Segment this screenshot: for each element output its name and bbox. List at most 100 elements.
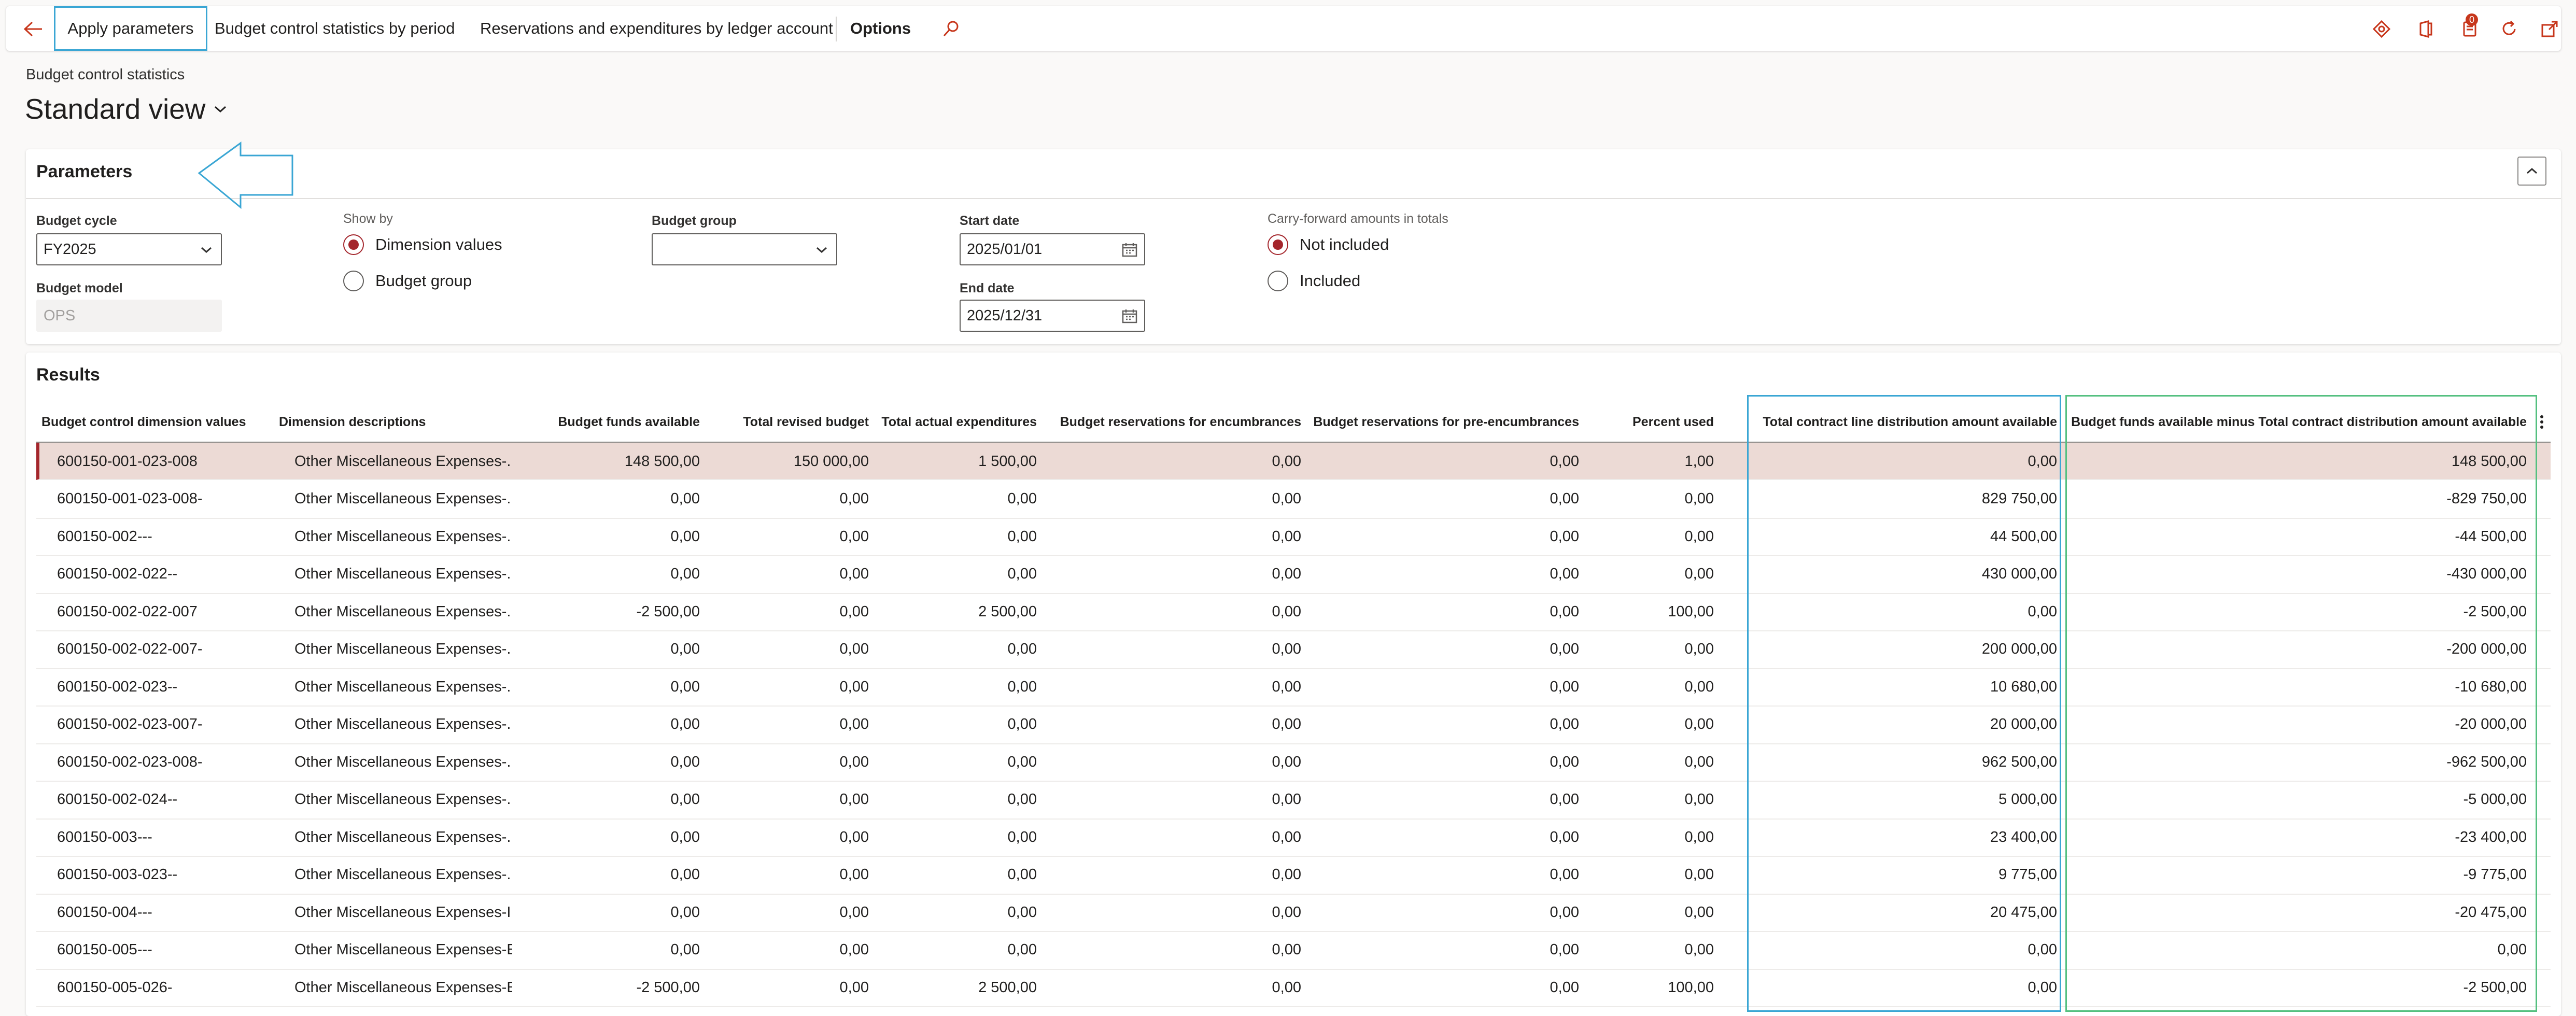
- show-by-label: Show by: [343, 211, 393, 226]
- table-cell: 600150-001-023-008: [57, 453, 198, 470]
- table-cell: 0,00: [1550, 566, 1579, 582]
- table-cell: 0,00: [1550, 641, 1579, 657]
- table-cell: Other Miscellaneous Expenses-...: [294, 716, 512, 732]
- radio-selected-icon: [343, 234, 364, 255]
- table-row[interactable]: 600150-002-022-- Other Miscellaneous Expe…: [36, 556, 2551, 594]
- table-row[interactable]: 600150-002--- Other Miscellaneous Expense…: [36, 518, 2551, 556]
- table-row[interactable]: 600150-001-023-008 Other Miscellaneous Ex…: [36, 443, 2551, 480]
- table-cell: 0,00: [1550, 528, 1579, 545]
- open-new-window-icon[interactable]: [2538, 18, 2561, 40]
- budget-group-select[interactable]: [652, 233, 837, 265]
- table-cell: 600150-002-022-007: [57, 603, 198, 620]
- column-header[interactable]: Budget funds available: [529, 402, 700, 442]
- column-header[interactable]: Budget control dimension values: [41, 402, 270, 442]
- budget-cycle-select[interactable]: FY2025: [36, 233, 222, 265]
- table-row[interactable]: 600150-002-023-- Other Miscellaneous Expe…: [36, 668, 2551, 707]
- table-cell: 0,00: [1550, 791, 1579, 808]
- show-by-dimension-values-radio[interactable]: Dimension values: [343, 234, 502, 255]
- end-date-input[interactable]: 2025/12/31: [960, 300, 1145, 332]
- table-cell: 0,00: [1550, 453, 1579, 470]
- table-cell: -20 475,00: [2455, 904, 2527, 921]
- table-cell: 0,00: [670, 566, 700, 582]
- table-cell: 148 500,00: [624, 453, 700, 470]
- options-menu[interactable]: Options: [850, 6, 911, 51]
- table-cell: 0,00: [2028, 941, 2057, 958]
- column-header[interactable]: Total actual expenditures: [876, 402, 1037, 442]
- table-cell: Other Miscellaneous Expenses-...: [294, 641, 512, 657]
- table-row[interactable]: 600150-003--- Other Miscellaneous Expense…: [36, 819, 2551, 857]
- table-cell: -962 500,00: [2446, 753, 2527, 770]
- diamond-settings-icon[interactable]: [2370, 18, 2393, 40]
- radio-label: Included: [1300, 272, 1361, 290]
- table-cell: 0,00: [839, 528, 869, 545]
- table-cell: 0,00: [1272, 904, 1301, 921]
- table-cell: Other Miscellaneous Expenses-I...: [294, 904, 512, 921]
- table-cell: 0,00: [1684, 791, 1714, 808]
- table-row[interactable]: 600150-002-022-007- Other Miscellaneous E…: [36, 631, 2551, 669]
- table-cell: 0,00: [2028, 603, 2057, 620]
- table-cell: 0,00: [670, 490, 700, 507]
- table-cell: Other Miscellaneous Expenses-E...: [294, 979, 512, 996]
- column-header[interactable]: Total revised budget: [710, 402, 869, 442]
- table-cell: 962 500,00: [1981, 753, 2057, 770]
- table-cell: -2 500,00: [636, 603, 700, 620]
- apply-parameters-button[interactable]: Apply parameters: [54, 6, 207, 51]
- table-cell: 0,00: [1007, 716, 1037, 732]
- table-row[interactable]: 600150-001-023-008- Other Miscellaneous E…: [36, 481, 2551, 519]
- table-cell: 0,00: [1684, 528, 1714, 545]
- column-header[interactable]: Total contract line distribution amount …: [1742, 402, 2057, 442]
- table-cell: 0,00: [670, 904, 700, 921]
- view-selector[interactable]: Standard view: [25, 92, 228, 125]
- carry-forward-not-included-radio[interactable]: Not included: [1268, 234, 1389, 255]
- table-cell: 2 500,00: [978, 603, 1037, 620]
- show-by-budget-group-radio[interactable]: Budget group: [343, 271, 472, 291]
- table-row[interactable]: 600150-002-023-008- Other Miscellaneous E…: [36, 743, 2551, 782]
- more-columns-icon[interactable]: [2534, 402, 2550, 442]
- table-row[interactable]: 600150-002-024-- Other Miscellaneous Expe…: [36, 781, 2551, 820]
- table-cell: -5 000,00: [2463, 791, 2527, 808]
- stats-by-period-button[interactable]: Budget control statistics by period: [215, 6, 455, 51]
- reservations-by-ledger-button[interactable]: Reservations and expenditures by ledger …: [480, 6, 833, 51]
- column-header[interactable]: Budget reservations for pre-encumbrances: [1306, 402, 1579, 442]
- radio-label: Not included: [1300, 235, 1389, 253]
- table-cell: 0,00: [1007, 490, 1037, 507]
- start-date-input[interactable]: 2025/01/01: [960, 233, 1145, 265]
- column-header[interactable]: Percent used: [1586, 402, 1714, 442]
- table-row[interactable]: 600150-004--- Other Miscellaneous Expense…: [36, 894, 2551, 932]
- start-date-value: 2025/01/01: [967, 241, 1043, 258]
- table-row[interactable]: 600150-005-026- Other Miscellaneous Expen…: [36, 969, 2551, 1007]
- carry-forward-included-radio[interactable]: Included: [1268, 271, 1360, 291]
- table-cell: Other Miscellaneous Expenses-...: [294, 490, 512, 507]
- table-row[interactable]: 600150-002-022-007 Other Miscellaneous Ex…: [36, 593, 2551, 631]
- table-cell: 0,00: [1272, 828, 1301, 845]
- table-row[interactable]: 600150-002-023-007- Other Miscellaneous E…: [36, 706, 2551, 744]
- refresh-icon[interactable]: [2498, 18, 2521, 40]
- column-header[interactable]: Budget funds available minus Total contr…: [2064, 402, 2527, 442]
- end-date-value: 2025/12/31: [967, 307, 1043, 324]
- column-header[interactable]: Budget reservations for encumbrances: [1042, 402, 1301, 442]
- back-arrow-icon[interactable]: [20, 16, 47, 43]
- budget-group-label: Budget group: [652, 214, 737, 228]
- table-cell: 0,00: [839, 566, 869, 582]
- table-cell: 0,00: [2028, 453, 2057, 470]
- table-cell: 0,00: [1007, 678, 1037, 695]
- office-icon[interactable]: [2414, 18, 2437, 40]
- table-cell: Other Miscellaneous Expenses-...: [294, 828, 512, 845]
- callout-arrow-icon: [198, 142, 293, 209]
- search-icon[interactable]: [939, 18, 962, 40]
- table-cell: 0,00: [1272, 490, 1301, 507]
- column-header[interactable]: Dimension descriptions: [279, 402, 507, 442]
- radio-empty-icon: [343, 271, 364, 291]
- collapse-button[interactable]: [2517, 157, 2546, 186]
- calendar-icon[interactable]: [1120, 307, 1139, 326]
- table-cell: 0,00: [1684, 904, 1714, 921]
- table-cell: 10 680,00: [1990, 678, 2057, 695]
- table-row[interactable]: 600150-003-023-- Other Miscellaneous Expe…: [36, 856, 2551, 895]
- table-cell: 0,00: [839, 641, 869, 657]
- table-cell: 0,00: [2497, 941, 2527, 958]
- table-cell: 600150-004---: [57, 904, 152, 921]
- calendar-icon[interactable]: [1120, 241, 1139, 259]
- table-cell: 0,00: [1272, 453, 1301, 470]
- table-row[interactable]: 600150-005--- Other Miscellaneous Expense…: [36, 932, 2551, 970]
- table-cell: 0,00: [670, 716, 700, 732]
